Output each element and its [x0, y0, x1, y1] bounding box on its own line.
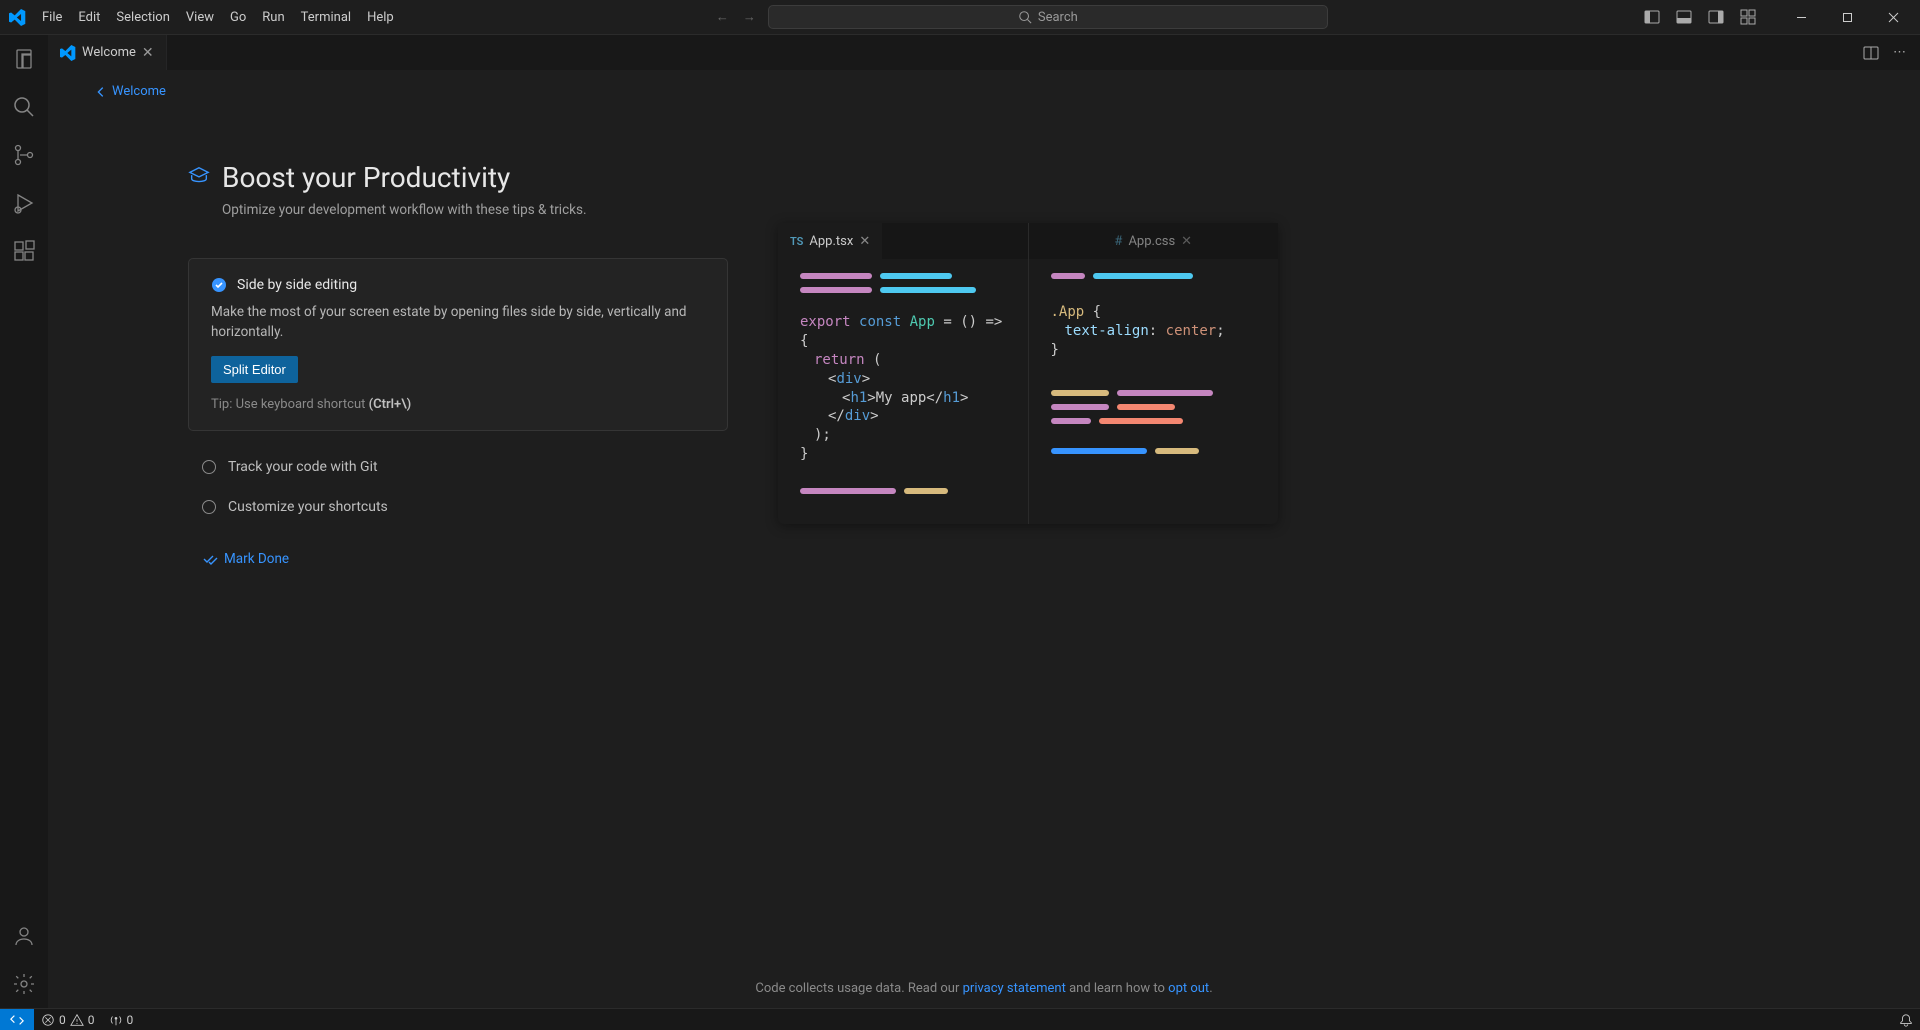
close-button[interactable] — [1870, 0, 1916, 35]
tab-label: Welcome — [82, 45, 136, 60]
page-subtitle: Optimize your development workflow with … — [222, 202, 587, 218]
illus-tab-label: App.css — [1128, 234, 1175, 249]
split-editor-button[interactable]: Split Editor — [211, 356, 298, 383]
tab-welcome[interactable]: Welcome ✕ — [48, 35, 167, 70]
css-lang-badge: # — [1114, 234, 1122, 249]
step-description: Make the most of your screen estate by o… — [211, 303, 705, 342]
mark-done-label: Mark Done — [224, 551, 289, 567]
menu-run[interactable]: Run — [254, 0, 292, 34]
telemetry-notice: Code collects usage data. Read our priva… — [48, 981, 1920, 996]
circle-open-icon — [202, 460, 216, 474]
ts-lang-badge: TS — [790, 235, 803, 248]
graduation-cap-icon — [188, 165, 210, 187]
illus-tab-app-tsx: TS App.tsx ✕ — [778, 223, 882, 259]
maximize-button[interactable] — [1824, 0, 1870, 35]
illus-tab-app-css: # App.css ✕ — [1102, 223, 1204, 259]
split-editor-icon[interactable] — [1859, 41, 1883, 65]
menu-go[interactable]: Go — [222, 0, 254, 34]
accounts-icon[interactable] — [0, 912, 48, 960]
toggle-secondary-sidebar-icon[interactable] — [1702, 3, 1730, 31]
illus-tab-label: App.tsx — [809, 234, 853, 249]
title-right-controls — [1638, 0, 1920, 35]
problems-status[interactable]: 0 0 — [34, 1009, 102, 1030]
breadcrumb-back[interactable]: Welcome — [88, 70, 172, 113]
chevron-left-icon — [94, 85, 108, 99]
search-activity-icon[interactable] — [0, 83, 48, 131]
customize-layout-icon[interactable] — [1734, 3, 1762, 31]
check-all-icon — [202, 551, 218, 567]
check-filled-icon — [211, 277, 227, 293]
warning-icon — [70, 1013, 84, 1027]
title-bar: File Edit Selection View Go Run Terminal… — [0, 0, 1920, 35]
mark-done-button[interactable]: Mark Done — [188, 541, 303, 577]
minimize-button[interactable] — [1778, 0, 1824, 35]
privacy-statement-link[interactable]: privacy statement — [963, 981, 1066, 996]
tip-text: Tip: Use keyboard shortcut (Ctrl+\) — [211, 397, 705, 412]
ports-count: 0 — [127, 1013, 134, 1027]
nav-arrows: ← → — [712, 7, 760, 27]
welcome-content: Welcome Boost your Productivity Optimize… — [48, 70, 1920, 1008]
notifications-status[interactable] — [1892, 1009, 1920, 1030]
error-count: 0 — [59, 1013, 66, 1027]
menu-selection[interactable]: Selection — [108, 0, 177, 34]
search-icon — [1018, 10, 1032, 24]
more-actions-icon[interactable]: ⋯ — [1889, 41, 1910, 64]
step-side-by-side: Side by side editing Make the most of yo… — [188, 258, 728, 431]
search-placeholder: Search — [1038, 10, 1078, 25]
toggle-primary-sidebar-icon[interactable] — [1638, 3, 1666, 31]
error-icon — [41, 1013, 55, 1027]
step-label: Track your code with Git — [228, 459, 378, 475]
window-controls — [1778, 0, 1916, 35]
menu-help[interactable]: Help — [359, 0, 402, 34]
run-debug-icon[interactable] — [0, 179, 48, 227]
page-title: Boost your Productivity — [222, 161, 587, 194]
editor-tabs: Welcome ✕ ⋯ — [48, 35, 1920, 70]
split-editor-illustration: TS App.tsx ✕ export const App = () => { … — [778, 223, 1278, 524]
explorer-icon[interactable] — [0, 35, 48, 83]
vscode-icon — [60, 45, 76, 61]
app-icon — [0, 9, 34, 26]
source-control-icon[interactable] — [0, 131, 48, 179]
circle-open-icon — [202, 500, 216, 514]
command-center[interactable]: Search — [768, 5, 1328, 29]
radio-tower-icon — [109, 1013, 123, 1027]
editor-actions: ⋯ — [1859, 35, 1920, 70]
warning-count: 0 — [88, 1013, 95, 1027]
menu-terminal[interactable]: Terminal — [293, 0, 359, 34]
toggle-panel-icon[interactable] — [1670, 3, 1698, 31]
editor-area: Welcome ✕ ⋯ Welcome — [48, 35, 1920, 1008]
bell-icon — [1899, 1013, 1913, 1027]
extensions-icon[interactable] — [0, 227, 48, 275]
tab-close-icon[interactable]: ✕ — [142, 45, 154, 61]
step-title: Side by side editing — [237, 277, 357, 293]
ports-status[interactable]: 0 — [102, 1009, 141, 1030]
step-track-git[interactable]: Track your code with Git — [188, 447, 728, 487]
step-customize-shortcuts[interactable]: Customize your shortcuts — [188, 487, 728, 527]
illus-code-tsx: export const App = () => { return ( <div… — [778, 259, 1028, 524]
breadcrumb-label: Welcome — [112, 84, 166, 99]
nav-back-icon[interactable]: ← — [712, 7, 733, 27]
menu-file[interactable]: File — [34, 0, 70, 34]
menu-edit[interactable]: Edit — [70, 0, 108, 34]
nav-forward-icon[interactable]: → — [739, 7, 760, 27]
step-label: Customize your shortcuts — [228, 499, 388, 515]
remote-indicator[interactable] — [0, 1009, 34, 1030]
illus-code-css: .App { text-align: center; } — [1029, 259, 1279, 484]
opt-out-link[interactable]: opt out — [1168, 981, 1209, 996]
activity-bar — [0, 35, 48, 1008]
close-icon: ✕ — [1181, 234, 1192, 249]
status-bar: 0 0 0 — [0, 1008, 1920, 1030]
settings-gear-icon[interactable] — [0, 960, 48, 1008]
menu-bar: File Edit Selection View Go Run Terminal… — [34, 0, 402, 34]
title-center: ← → Search — [402, 5, 1638, 29]
menu-view[interactable]: View — [178, 0, 222, 34]
close-icon: ✕ — [859, 234, 870, 249]
